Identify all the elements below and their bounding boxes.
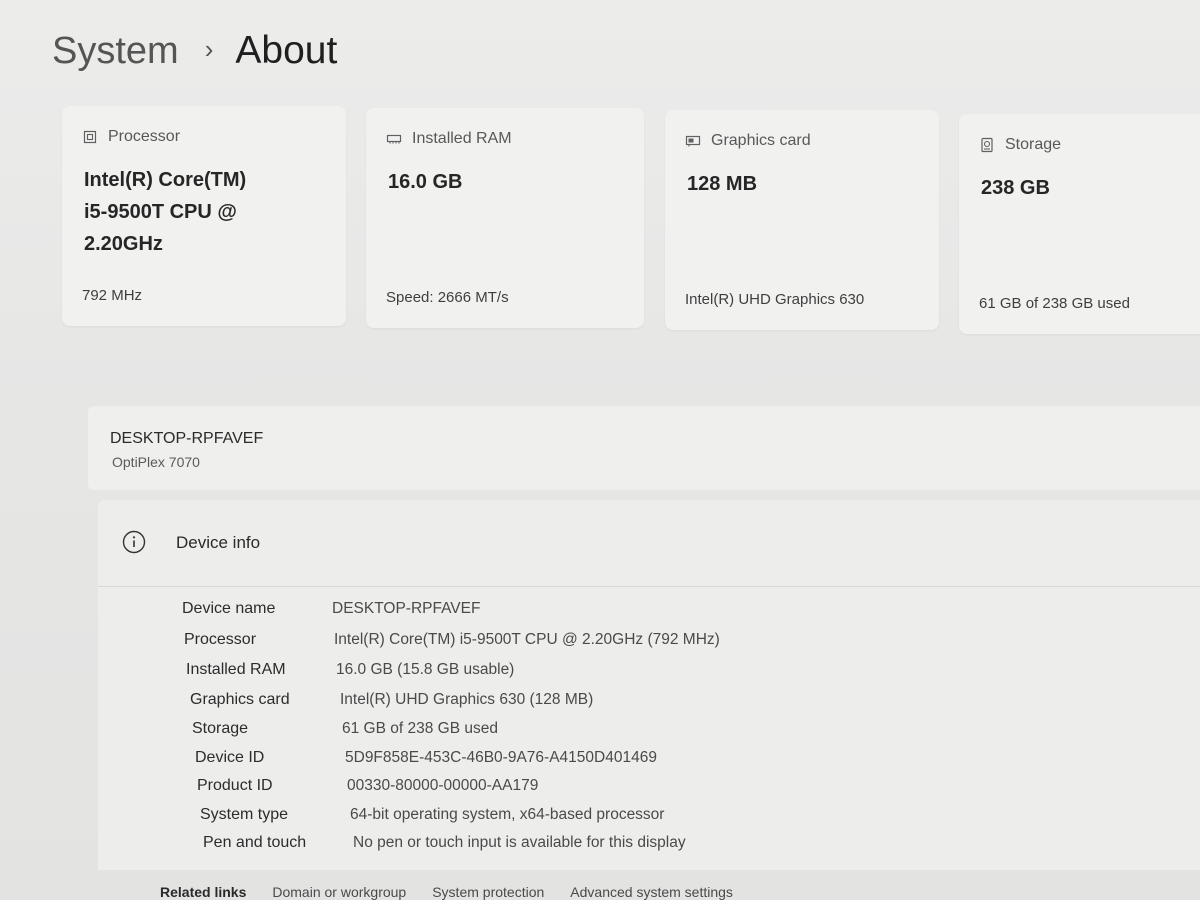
spec-key: Device ID xyxy=(195,749,265,766)
spec-row-storage: Storage 61 GB of 238 GB used xyxy=(192,717,498,741)
ram-card-sub: Speed: 2666 MT/s xyxy=(386,289,509,306)
graphics-card-value: 128 MB xyxy=(687,173,758,195)
spec-value: 5D9F858E-453C-46B0-9A76-A4150D401469 xyxy=(345,749,657,766)
spec-row-device-name: Device name DESKTOP-RPFAVEF xyxy=(182,597,480,621)
spec-value: 64-bit operating system, x64-based proce… xyxy=(350,806,665,823)
info-icon xyxy=(122,530,146,554)
processor-value-line-2: i5-9500T CPU @ xyxy=(84,201,237,223)
device-info-title: Device info xyxy=(176,533,261,552)
related-links-label: Related links xyxy=(160,884,247,900)
spec-key: System type xyxy=(200,806,289,823)
processor-card-sub: 792 MHz xyxy=(82,287,143,304)
ram-card-value: 16.0 GB xyxy=(388,171,463,193)
device-model: OptiPlex 7070 xyxy=(112,454,200,470)
graphics-card-sub: Intel(R) UHD Graphics 630 xyxy=(685,291,865,308)
graphics-card-label: Graphics card xyxy=(711,132,811,149)
storage-card-label: Storage xyxy=(1005,136,1062,153)
storage-card-value: 238 GB xyxy=(981,177,1050,199)
spec-value: DESKTOP-RPFAVEF xyxy=(332,600,481,617)
spec-key: Product ID xyxy=(197,777,273,794)
chevron-right-icon: › xyxy=(204,33,214,64)
link-domain-or-workgroup[interactable]: Domain or workgroup xyxy=(272,884,406,900)
graphics-card-icon xyxy=(685,135,701,147)
spec-value: Intel(R) UHD Graphics 630 (128 MB) xyxy=(340,691,594,708)
processor-card-label: Processor xyxy=(108,128,181,145)
spec-key: Installed RAM xyxy=(186,661,286,678)
spec-value: Intel(R) Core(TM) i5-9500T CPU @ 2.20GHz… xyxy=(334,631,720,648)
spec-row-product-id: Product ID 00330-80000-00000-AA179 xyxy=(197,774,538,798)
storage-card: Storage 238 GB 61 GB of 238 GB used xyxy=(959,114,1200,334)
spec-value: 61 GB of 238 GB used xyxy=(342,720,498,737)
storage-card-sub: 61 GB of 238 GB used xyxy=(979,295,1130,312)
storage-icon xyxy=(981,137,993,153)
settings-about-page: System › About Processor Intel(R) Core(T… xyxy=(0,0,1200,900)
spec-row-system-type: System type 64-bit operating system, x64… xyxy=(200,803,664,827)
processor-icon xyxy=(83,130,97,144)
related-links: Related links Domain or workgroup System… xyxy=(160,884,733,900)
spec-key: Device name xyxy=(182,600,276,617)
device-name-title: DESKTOP-RPFAVEF xyxy=(110,430,264,447)
processor-value-line-1: Intel(R) Core(TM) xyxy=(84,169,247,191)
link-advanced-system-settings[interactable]: Advanced system settings xyxy=(570,884,733,900)
spec-key: Storage xyxy=(192,720,249,737)
device-info-header[interactable]: Device info xyxy=(98,500,1200,587)
breadcrumb-system[interactable]: System xyxy=(52,30,179,73)
ram-card-label: Installed RAM xyxy=(412,130,512,147)
device-info-panel: Device info Device name DESKTOP-RPFAVEF … xyxy=(98,500,1200,870)
page-title: About xyxy=(235,29,338,72)
spec-row-pen-and-touch: Pen and touch No pen or touch input is a… xyxy=(203,831,686,855)
spec-row-graphics-card: Graphics card Intel(R) UHD Graphics 630 … xyxy=(190,688,593,712)
ram-card: Installed RAM 16.0 GB Speed: 2666 MT/s xyxy=(366,108,644,328)
spec-value: No pen or touch input is available for t… xyxy=(353,834,686,851)
device-header: DESKTOP-RPFAVEF OptiPlex 7070 xyxy=(88,406,1200,490)
spec-row-installed-ram: Installed RAM 16.0 GB (15.8 GB usable) xyxy=(186,658,514,682)
ram-icon xyxy=(386,134,402,144)
graphics-card-card: Graphics card 128 MB Intel(R) UHD Graphi… xyxy=(665,110,939,330)
processor-card: Processor Intel(R) Core(TM) i5-9500T CPU… xyxy=(62,106,346,326)
spec-row-device-id: Device ID 5D9F858E-453C-46B0-9A76-A4150D… xyxy=(195,746,657,770)
spec-key: Graphics card xyxy=(190,691,290,708)
spec-value: 16.0 GB (15.8 GB usable) xyxy=(336,661,515,678)
spec-key: Processor xyxy=(184,631,257,648)
link-system-protection[interactable]: System protection xyxy=(432,884,544,900)
processor-card-value: Intel(R) Core(TM) i5-9500T CPU @ 2.20GHz xyxy=(84,164,284,260)
breadcrumb: System › About xyxy=(52,26,337,76)
processor-value-line-3: 2.20GHz xyxy=(84,233,163,255)
spec-key: Pen and touch xyxy=(203,834,307,851)
spec-value: 00330-80000-00000-AA179 xyxy=(347,777,539,794)
spec-row-processor: Processor Intel(R) Core(TM) i5-9500T CPU… xyxy=(184,628,720,652)
